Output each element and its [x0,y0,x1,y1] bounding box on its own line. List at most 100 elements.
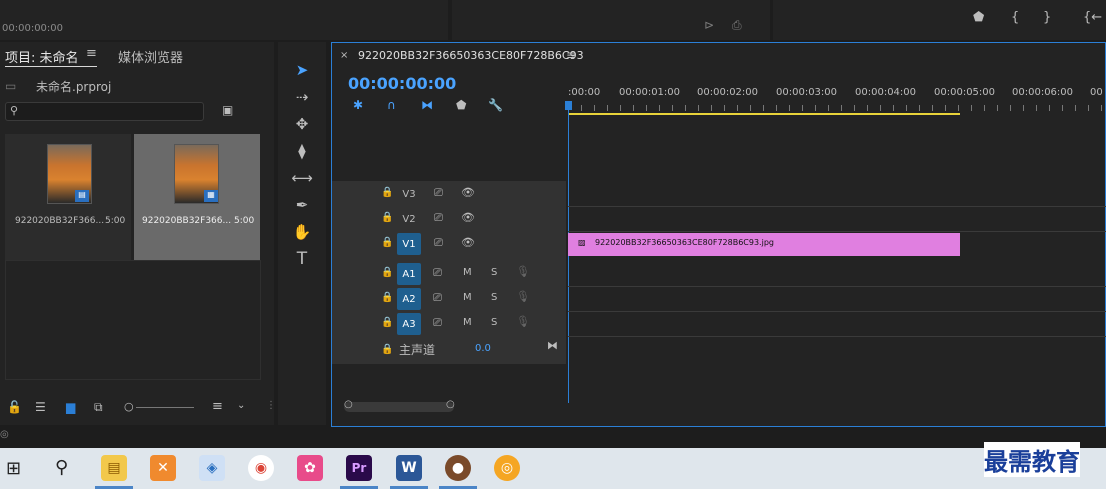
word-icon[interactable]: W [396,455,422,481]
toggle-sync-icon[interactable]: ⎚ [433,291,442,305]
go-to-in-icon[interactable]: {← [1083,10,1102,25]
master-volume-value[interactable]: 0.0 [475,343,491,354]
razor-tool-icon[interactable]: ⧫ [290,140,314,162]
type-tool-icon[interactable]: T [290,248,314,270]
mute-button[interactable]: M [463,267,472,278]
playhead-handle[interactable] [565,101,572,110]
track-target-v1[interactable]: V1 [397,233,421,255]
go-to-end-icon[interactable]: ⧓ [547,339,558,352]
list-view-icon[interactable]: ☰ [35,400,46,414]
lock-icon[interactable]: 🔒 [381,317,393,328]
freeform-view-icon[interactable]: ⧉ [94,400,103,415]
mark-in-icon[interactable]: { [1011,10,1019,25]
ripple-edit-tool-icon[interactable]: ✥ [290,113,314,135]
hand-tool-icon[interactable]: ✋ [290,221,314,243]
add-marker-icon[interactable]: ⬟ [456,98,466,112]
tab-project[interactable]: 项目: 未命名 [5,47,79,66]
tab-media-browser[interactable]: 媒体浏览器 [118,47,183,66]
track-target-a2[interactable]: A2 [397,288,421,310]
microphone-icon[interactable]: 🎙 [516,315,530,328]
zoom-slider-handle[interactable]: ○ [124,400,134,413]
photo-app-icon[interactable]: ● [445,455,471,481]
insert-sequence-icon[interactable]: ⧓ [421,98,433,112]
panel-menu-icon[interactable]: ≡ [566,48,576,62]
solo-button[interactable]: S [491,317,497,328]
chrome-icon[interactable]: ◉ [248,455,274,481]
mute-button[interactable]: M [463,317,472,328]
more-icon[interactable]: ⋮ [266,400,276,411]
playhead-timecode[interactable]: 00:00:00:00 [348,74,456,93]
settings-wrench-icon[interactable]: 🔧 [488,98,503,112]
windows-start-icon[interactable]: ⊞ [6,458,21,479]
app-icon[interactable]: ✿ [297,455,323,481]
lock-icon[interactable]: 🔒 [381,292,393,303]
eye-icon[interactable]: 👁 [461,211,475,224]
track-select-tool-icon[interactable]: ⇢ [290,86,314,108]
program-controls-strip: ⬟ { } {← [773,0,1106,40]
selection-tool-icon[interactable]: ➤ [290,59,314,81]
track-target-v2[interactable]: V2 [397,208,421,230]
sequence-tab[interactable]: 922020BB32F36650363CE80F728B6C93 [358,49,584,62]
timeline-clip[interactable]: ▨ 922020BB32F36650363CE80F728B6C93.jpg [568,233,960,256]
search-input[interactable]: ⚲ [5,102,204,121]
app-circle-icon[interactable]: ◎ [494,455,520,481]
track-target-a3[interactable]: A3 [397,313,421,335]
file-explorer-icon[interactable]: ▤ [101,455,127,481]
sort-icon[interactable]: ≡ [212,399,223,414]
lock-icon[interactable]: 🔒 [381,187,393,198]
time-ruler[interactable]: :00:00 00:00:01:00 00:00:02:00 00:00:03:… [568,79,1106,119]
folder-icon: ▭ [5,79,17,93]
icon-view-icon[interactable]: ▆ [66,400,75,414]
lock-icon[interactable]: 🔒 [381,267,393,278]
solo-button[interactable]: S [491,267,497,278]
zoom-slider-track[interactable] [136,407,194,408]
panel-menu-icon[interactable]: ≡ [86,46,97,61]
work-area-bar[interactable] [568,113,960,115]
pen-tool-icon[interactable]: ✒ [290,194,314,216]
toggle-sync-icon[interactable]: ⎚ [433,266,442,280]
slip-tool-icon[interactable]: ⟷ [290,167,314,189]
premiere-pro-icon[interactable]: Pr [346,455,372,481]
audio-tracks: 🔒 A1 ⎚ M S 🎙 🔒 A2 ⎚ M S 🎙 🔒 A3 ⎚ M S 🎙 [332,260,1106,340]
microphone-icon[interactable]: 🎙 [516,265,530,278]
snap-icon[interactable]: ✱ [353,98,363,112]
linked-selection-icon[interactable]: ∩ [387,98,396,112]
project-item[interactable]: ▤ 922020BB32F366... 5:00 [5,134,131,260]
mute-button[interactable]: M [463,292,472,303]
timeline-panel: × 922020BB32F36650363CE80F728B6C93 ≡ 00:… [331,42,1106,427]
lock-icon[interactable]: 🔒 [381,237,393,248]
toggle-sync-icon[interactable]: ⎚ [434,186,443,200]
horizontal-scrollbar[interactable]: ○ ○ [344,399,455,412]
source-timecode: 00:00:00:00 [2,23,64,34]
solo-button[interactable]: S [491,292,497,303]
search-icon[interactable]: ⚲ [55,457,68,478]
virtualbox-icon[interactable]: ◈ [199,455,225,481]
scroll-handle-right[interactable]: ○ [446,399,455,410]
microphone-icon[interactable]: 🎙 [516,290,530,303]
marker-icon[interactable]: ⬟ [973,10,984,25]
mark-out-icon[interactable]: } [1043,10,1051,25]
lock-icon[interactable]: 🔓 [7,400,22,414]
track-divider [568,286,1106,287]
ruler-label: :00:00 [568,87,601,98]
eye-icon[interactable]: 👁 [461,236,475,249]
eye-icon[interactable]: 👁 [461,186,475,199]
toggle-sync-icon[interactable]: ⎚ [434,211,443,225]
insert-icon[interactable]: ⊳ [704,18,714,32]
track-target-v3[interactable]: V3 [397,183,421,205]
toggle-sync-icon[interactable]: ⎚ [434,236,443,250]
xampp-icon[interactable]: ✕ [150,455,176,481]
watermark-text: 最需教育 [984,442,1080,477]
chevron-down-icon[interactable]: ⌄ [237,400,245,411]
export-frame-icon[interactable]: ⎙ [732,18,742,33]
track-target-a1[interactable]: A1 [397,263,421,285]
project-item-selected[interactable]: ▦ 922020BB32F366... 5:00 [134,134,260,260]
close-icon[interactable]: × [340,50,348,61]
scroll-handle-left[interactable]: ○ [344,399,353,410]
lock-icon[interactable]: 🔒 [381,344,393,355]
new-bin-icon[interactable]: ▣ [222,103,233,117]
search-icon: ⚲ [10,104,19,117]
toggle-sync-icon[interactable]: ⎚ [433,316,442,330]
lock-icon[interactable]: 🔒 [381,212,393,223]
item-name: 922020BB32F366... [15,216,105,226]
